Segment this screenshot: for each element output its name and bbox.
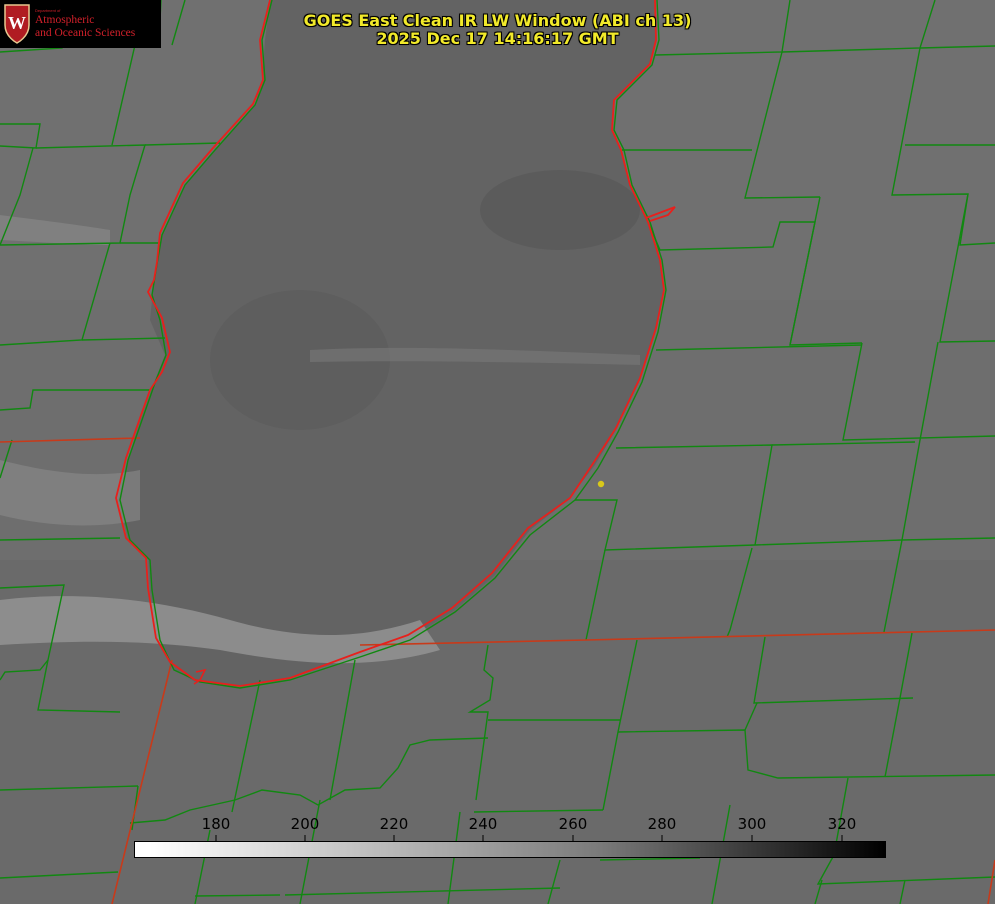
dark-water-patch xyxy=(480,170,640,250)
colorbar-tick-label: 300 xyxy=(737,815,767,833)
colorbar-tick-label: 320 xyxy=(827,815,857,833)
colorbar-tick-label: 180 xyxy=(201,815,231,833)
satellite-map xyxy=(0,0,995,904)
station-dot xyxy=(597,480,605,488)
image-title: GOES East Clean IR LW Window (ABI ch 13) xyxy=(303,11,692,30)
temperature-colorbar xyxy=(134,841,886,858)
colorbar-tick-label: 280 xyxy=(647,815,677,833)
image-timestamp: 2025 Dec 17 14:16:17 GMT xyxy=(376,29,619,48)
colorbar-tick-label: 240 xyxy=(468,815,498,833)
colorbar-tick-label: 220 xyxy=(379,815,409,833)
colorbar-tick-label: 200 xyxy=(290,815,320,833)
colorbar-tick-label: 260 xyxy=(558,815,588,833)
satellite-map-stage: W Department of Atmospheric and Oceanic … xyxy=(0,0,995,904)
